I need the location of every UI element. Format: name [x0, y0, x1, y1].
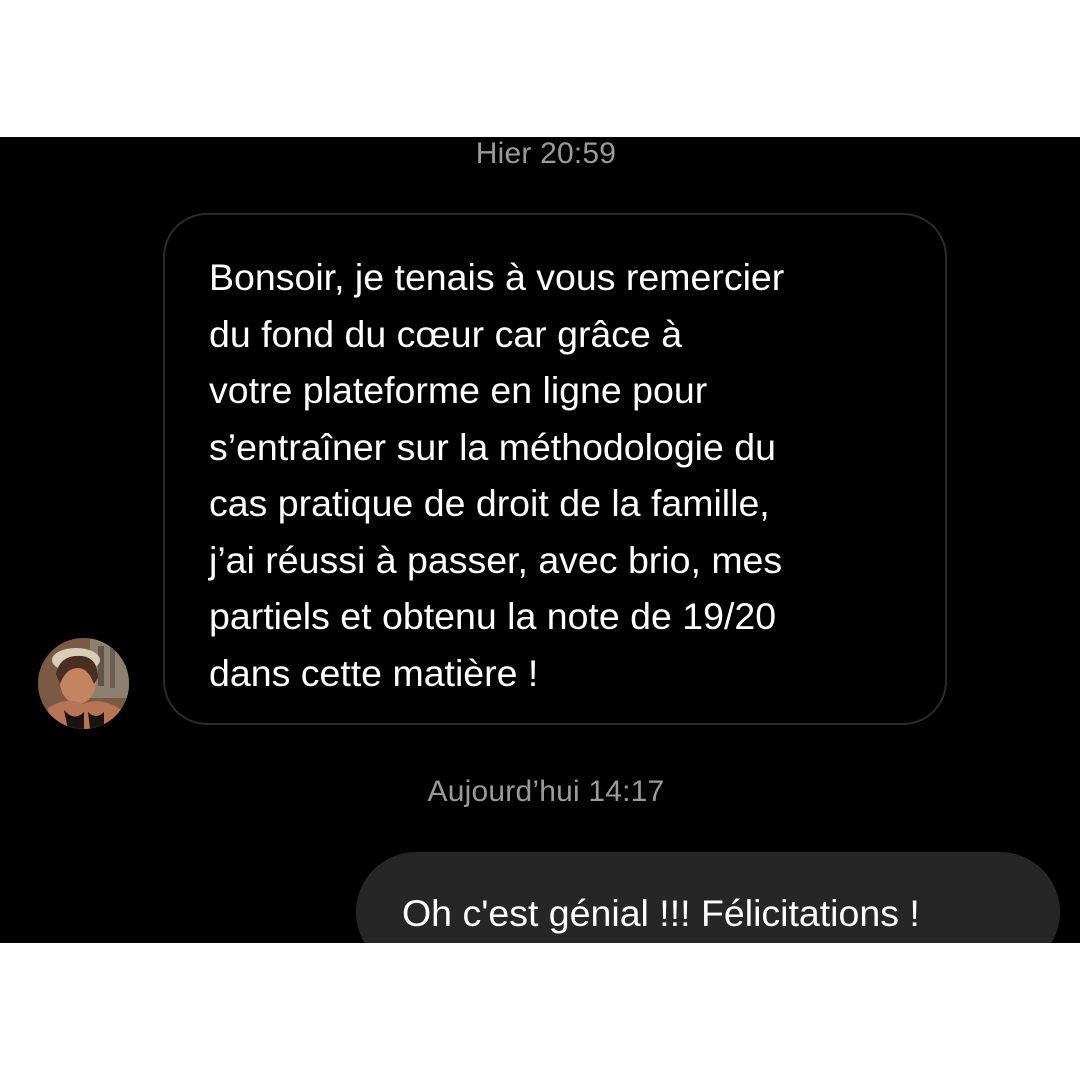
outgoing-message-text: Oh c'est génial !!! Félicitations !	[402, 892, 920, 934]
user-photo-icon	[38, 638, 129, 729]
chat-thread: Hier 20:59 Bonsoir, je tenais à vous rem…	[0, 137, 1080, 943]
outgoing-message-bubble[interactable]: Oh c'est génial !!! Félicitations !	[356, 852, 1060, 943]
incoming-message-text: Bonsoir, je tenais à vous remercier du f…	[209, 256, 785, 694]
incoming-message-bubble[interactable]: Bonsoir, je tenais à vous remercier du f…	[163, 213, 947, 725]
message-timestamp-yesterday: Hier 20:59	[475, 137, 617, 170]
sender-avatar[interactable]	[38, 638, 129, 729]
message-timestamp-today: Aujourd’hui 14:17	[427, 775, 665, 808]
